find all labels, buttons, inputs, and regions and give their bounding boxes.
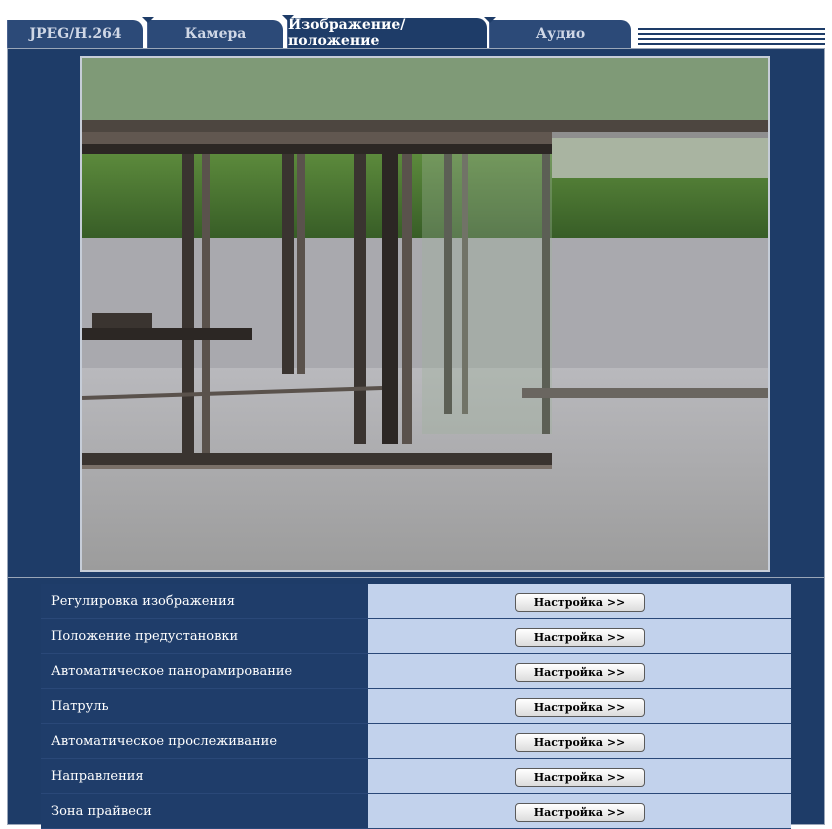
camera-live-image-icon (82, 58, 768, 570)
table-row: Автоматическое панорамирование Настройка… (41, 653, 791, 689)
tab-label: Изображение/положение (288, 17, 406, 49)
tab-camera[interactable]: Камера (142, 17, 283, 48)
auto-tracking-setup-button[interactable]: Настройка >> (514, 732, 645, 752)
row-label: Положение предустановки (41, 618, 368, 654)
settings-table: Регулировка изображения Настройка >> Пол… (41, 584, 791, 829)
tab-label: JPEG/H.264 (29, 26, 122, 42)
row-label: Зона прайвеси (41, 793, 368, 829)
row-label: Автоматическое панорамирование (41, 653, 368, 689)
camera-settings-page: JPEG/H.264 Камера Изображение/положение … (0, 0, 832, 829)
auto-pan-setup-button[interactable]: Настройка >> (514, 662, 645, 682)
privacy-zone-setup-button[interactable]: Настройка >> (514, 802, 645, 822)
table-row: Направления Настройка >> (41, 758, 791, 794)
table-row: Регулировка изображения Настройка >> (41, 584, 791, 619)
table-row: Патруль Настройка >> (41, 688, 791, 724)
tab-image-position[interactable]: Изображение/положение (282, 15, 487, 49)
tab-audio[interactable]: Аудио (484, 17, 631, 48)
camera-preview-image (80, 56, 770, 572)
row-label: Регулировка изображения (41, 584, 368, 619)
table-row: Зона прайвеси Настройка >> (41, 793, 791, 829)
tab-label: Камера (184, 26, 247, 42)
row-label: Направления (41, 758, 368, 794)
patrol-setup-button[interactable]: Настройка >> (514, 697, 645, 717)
tab-bar: JPEG/H.264 Камера Изображение/положение … (7, 15, 825, 49)
tab-bar-lines (638, 28, 825, 48)
image-adjust-setup-button[interactable]: Настройка >> (514, 592, 645, 612)
preset-position-setup-button[interactable]: Настройка >> (514, 627, 645, 647)
tab-jpeg-h264[interactable]: JPEG/H.264 (7, 20, 143, 48)
section-divider (7, 577, 825, 578)
tab-label: Аудио (535, 26, 586, 42)
directions-setup-button[interactable]: Настройка >> (514, 767, 645, 787)
table-row: Автоматическое прослеживание Настройка >… (41, 723, 791, 759)
row-label: Патруль (41, 688, 368, 724)
table-row: Положение предустановки Настройка >> (41, 618, 791, 654)
row-label: Автоматическое прослеживание (41, 723, 368, 759)
